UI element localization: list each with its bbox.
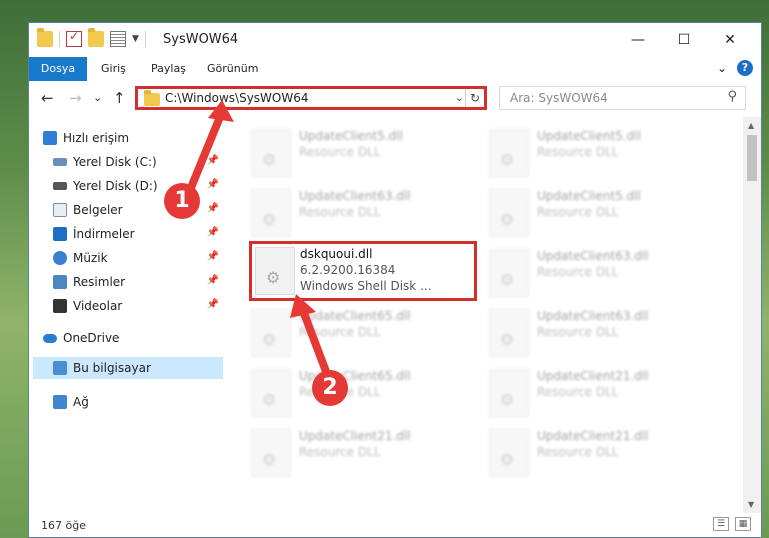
annotation-badge-1: 1 [164, 183, 200, 219]
annotation-arrow-1 [184, 110, 226, 197]
annotation-arrowhead-1 [208, 100, 234, 122]
annotation-badge-2: 2 [312, 370, 348, 406]
annotation-arrowhead-2 [290, 294, 316, 318]
annotation-arrows [184, 100, 334, 384]
